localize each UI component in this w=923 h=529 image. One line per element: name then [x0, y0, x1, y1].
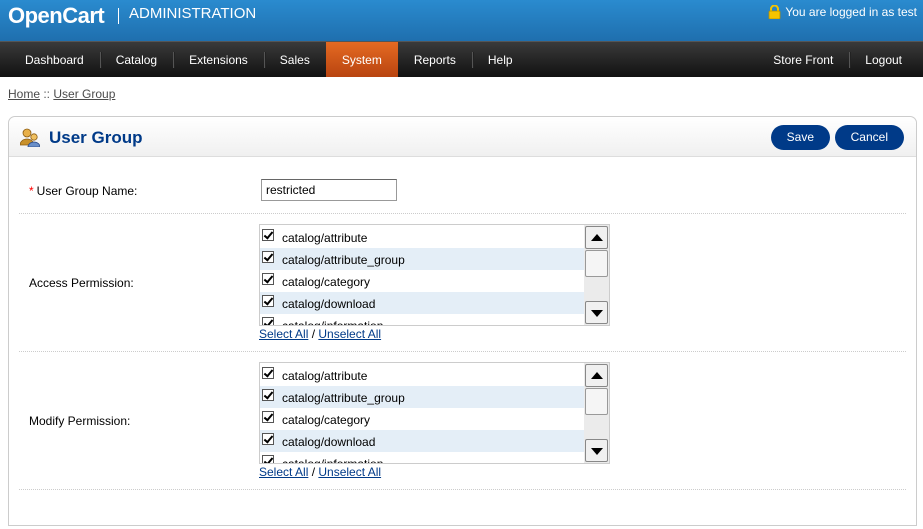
scroll-thumb[interactable]	[585, 250, 608, 277]
main-menu: Dashboard Catalog Extensions Sales System Rep…	[0, 41, 923, 77]
permission-list-item: catalog/attribute	[260, 364, 584, 386]
permission-label: catalog/category	[282, 413, 371, 427]
modify-select-links: Select All / Unselect All	[259, 465, 381, 479]
user-group-name-label: * User Group Name:	[29, 184, 137, 198]
menu-item-sales[interactable]: Sales	[263, 42, 326, 77]
permission-checkbox[interactable]	[262, 433, 274, 445]
menu-item-dashboard[interactable]: Dashboard	[9, 42, 100, 77]
modify-permission-list[interactable]: catalog/attribute catalog/attribute_group…	[259, 362, 610, 464]
permission-list-item: catalog/download	[260, 430, 584, 452]
scroll-down-arrow-icon[interactable]	[585, 439, 608, 462]
permission-checkbox[interactable]	[262, 317, 274, 325]
scroll-thumb[interactable]	[585, 388, 608, 415]
header: OpenCart ADMINISTRATION You are logged i…	[0, 0, 923, 41]
access-permission-list[interactable]: catalog/attribute catalog/attribute_group…	[259, 224, 610, 326]
permission-label: catalog/information	[282, 319, 384, 326]
permission-label: catalog/information	[282, 457, 384, 464]
permission-checkbox[interactable]	[262, 229, 274, 241]
menu-item-store-front[interactable]: Store Front	[757, 42, 849, 77]
breadcrumb-separator: ::	[40, 87, 54, 101]
permission-checkbox[interactable]	[262, 273, 274, 285]
permission-label: catalog/download	[282, 435, 376, 449]
access-unselect-all-link[interactable]: Unselect All	[318, 327, 381, 341]
scroll-down-arrow-icon[interactable]	[585, 301, 608, 324]
cancel-button[interactable]: Cancel	[834, 125, 904, 150]
permission-checkbox[interactable]	[262, 389, 274, 401]
breadcrumb-current[interactable]: User Group	[53, 87, 115, 101]
permission-list-item: catalog/information	[260, 314, 584, 326]
permission-checkbox[interactable]	[262, 367, 274, 379]
page-title: User Group	[49, 128, 143, 147]
form-row-modify: Modify Permission: catalog/attribute cata…	[19, 352, 906, 490]
menu-item-help[interactable]: Help	[471, 42, 529, 77]
modify-select-all-link[interactable]: Select All	[259, 465, 308, 479]
permission-label: catalog/attribute	[282, 369, 368, 383]
permission-checkbox[interactable]	[262, 295, 274, 307]
save-button[interactable]: Save	[770, 125, 830, 150]
form-row-access: Access Permission: catalog/attribute cata…	[19, 214, 906, 352]
links-separator: /	[308, 327, 319, 341]
admin-title: ADMINISTRATION	[129, 5, 257, 22]
permission-label: catalog/attribute_group	[282, 253, 405, 267]
logo-separator	[118, 8, 119, 24]
menu-item-system[interactable]: System	[325, 42, 398, 77]
login-status: You are logged in as test	[768, 5, 917, 19]
permission-list-item: catalog/category	[260, 270, 584, 292]
logged-in-text: You are logged in as test	[785, 5, 917, 19]
access-scrollbar[interactable]	[584, 225, 609, 325]
required-marker: *	[29, 184, 34, 198]
user-group-name-label-text: User Group Name:	[36, 184, 138, 198]
permission-checkbox[interactable]	[262, 455, 274, 463]
brand-logo: OpenCart	[8, 3, 105, 28]
user-group-icon	[20, 128, 40, 147]
breadcrumb: Home :: User Group	[8, 87, 115, 101]
menu-right: Store Front Logout	[757, 42, 918, 77]
scroll-up-arrow-icon[interactable]	[585, 226, 608, 249]
scroll-up-arrow-icon[interactable]	[585, 364, 608, 387]
access-permission-label: Access Permission:	[29, 276, 134, 290]
modify-permission-label: Modify Permission:	[29, 414, 131, 428]
links-separator: /	[308, 465, 319, 479]
permission-list-item: catalog/information	[260, 452, 584, 464]
lock-icon	[768, 5, 781, 19]
box-heading: User Group Save Cancel	[9, 117, 916, 157]
user-group-name-input[interactable]	[261, 179, 397, 201]
permission-list-item: catalog/download	[260, 292, 584, 314]
permission-checkbox[interactable]	[262, 411, 274, 423]
permission-list-item: catalog/attribute	[260, 226, 584, 248]
permission-list-item: catalog/attribute_group	[260, 248, 584, 270]
permission-label: catalog/attribute	[282, 231, 368, 245]
menu-item-extensions[interactable]: Extensions	[173, 42, 264, 77]
permission-checkbox[interactable]	[262, 251, 274, 263]
menu-item-reports[interactable]: Reports	[398, 42, 472, 77]
permission-label: catalog/attribute_group	[282, 391, 405, 405]
permission-list-item: catalog/category	[260, 408, 584, 430]
breadcrumb-home[interactable]: Home	[8, 87, 40, 101]
menu-item-catalog[interactable]: Catalog	[99, 42, 173, 77]
modify-unselect-all-link[interactable]: Unselect All	[318, 465, 381, 479]
content-box: User Group Save Cancel * User Group Name:…	[8, 116, 917, 526]
permission-label: catalog/category	[282, 275, 371, 289]
access-select-all-link[interactable]: Select All	[259, 327, 308, 341]
menu-item-logout[interactable]: Logout	[849, 42, 918, 77]
form-row-name: * User Group Name:	[19, 173, 906, 214]
permission-list-item: catalog/attribute_group	[260, 386, 584, 408]
permission-label: catalog/download	[282, 297, 376, 311]
access-select-links: Select All / Unselect All	[259, 327, 381, 341]
menu-left: Dashboard Catalog Extensions Sales System Rep…	[9, 42, 529, 77]
modify-scrollbar[interactable]	[584, 363, 609, 463]
